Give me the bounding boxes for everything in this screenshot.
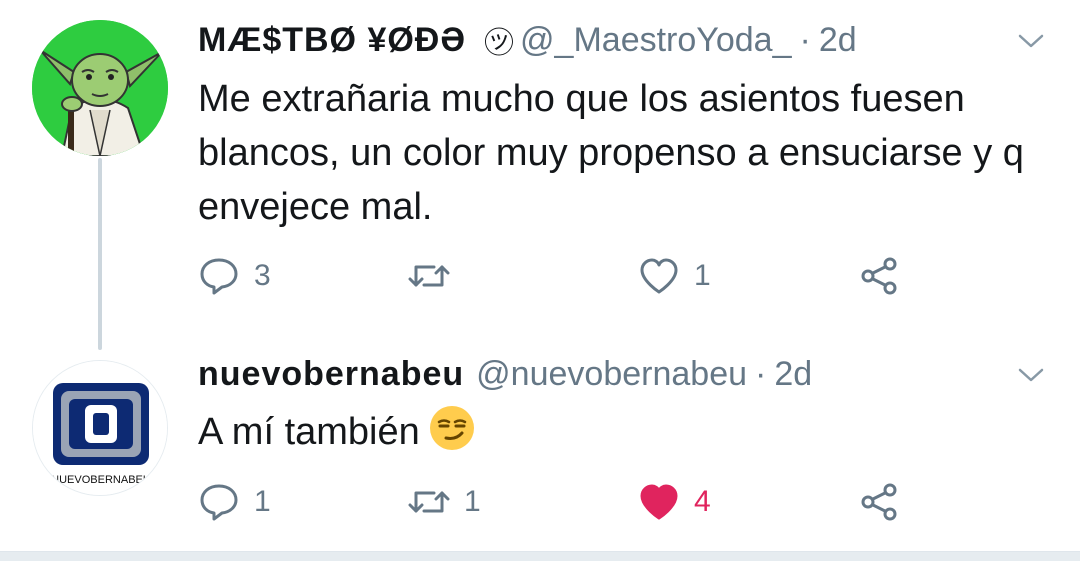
- tweet-maestroyoda[interactable]: ΜÆ$TBØ ¥ØÐƏ ㋡ @_MaestroYoda_ · 2d Me ext…: [0, 0, 1080, 340]
- share-button[interactable]: [858, 474, 900, 530]
- retweet-icon: [408, 491, 450, 513]
- tweet-text: Me extrañaria mucho que los asientos fue…: [198, 78, 1024, 228]
- separator-dot: ·: [755, 354, 767, 393]
- bottom-divider: [0, 551, 1080, 561]
- smiley-badge-icon: ㋡: [484, 27, 515, 60]
- like-button[interactable]: 1: [638, 248, 711, 304]
- display-name[interactable]: ΜÆ$TBØ ¥ØÐƏ: [198, 21, 466, 60]
- tweet-header: ΜÆ$TBØ ¥ØÐƏ ㋡ @_MaestroYoda_ · 2d: [198, 18, 1060, 62]
- tweet-actions: 1 1 4: [198, 474, 958, 530]
- heart-filled-icon: [640, 484, 678, 520]
- tweet-text: A mí también: [198, 411, 420, 453]
- separator-dot: ·: [799, 20, 811, 59]
- timestamp[interactable]: 2d: [819, 21, 857, 60]
- heart-outline-icon: [640, 258, 678, 294]
- share-icon: [861, 257, 897, 295]
- tweet-nuevobernabeu[interactable]: NUEVOBERNABEU nuevobernabeu @nuevobernab…: [0, 340, 1080, 550]
- avatar-maestroyoda[interactable]: [32, 20, 168, 156]
- like-count: 4: [694, 485, 711, 518]
- reply-count: 1: [254, 485, 271, 518]
- avatar-caption: NUEVOBERNABEU: [51, 474, 151, 486]
- chevron-down-icon[interactable]: [1016, 360, 1046, 390]
- user-handle[interactable]: @nuevobernabeu: [476, 355, 747, 394]
- reply-button[interactable]: 3: [198, 248, 271, 304]
- retweet-button[interactable]: 1: [408, 474, 481, 530]
- share-icon: [861, 483, 897, 521]
- retweet-count: 1: [464, 485, 481, 518]
- like-count: 1: [694, 259, 711, 292]
- tweet-actions: 3 1: [198, 248, 958, 304]
- retweet-icon: [408, 265, 450, 287]
- nuevobernabeu-logo-icon: NUEVOBERNABEU: [33, 361, 167, 495]
- avatar-nuevobernabeu[interactable]: NUEVOBERNABEU: [32, 360, 168, 496]
- share-button[interactable]: [858, 248, 900, 304]
- reply-icon: [200, 484, 238, 521]
- tweet-text-container: A mí también: [198, 404, 1058, 459]
- chevron-down-icon[interactable]: [1016, 26, 1046, 56]
- reply-icon: [200, 258, 238, 295]
- smirk-emoji-icon: [429, 406, 474, 450]
- tweet-header: nuevobernabeu @nuevobernabeu · 2d: [198, 352, 1060, 396]
- reply-count: 3: [254, 259, 271, 292]
- user-handle[interactable]: @_MaestroYoda_: [520, 21, 791, 60]
- retweet-button[interactable]: [408, 248, 464, 304]
- like-button[interactable]: 4: [638, 474, 711, 530]
- reply-button[interactable]: 1: [198, 474, 271, 530]
- timestamp[interactable]: 2d: [774, 355, 812, 394]
- display-name[interactable]: nuevobernabeu: [198, 355, 464, 394]
- yoda-avatar-icon: [32, 20, 168, 156]
